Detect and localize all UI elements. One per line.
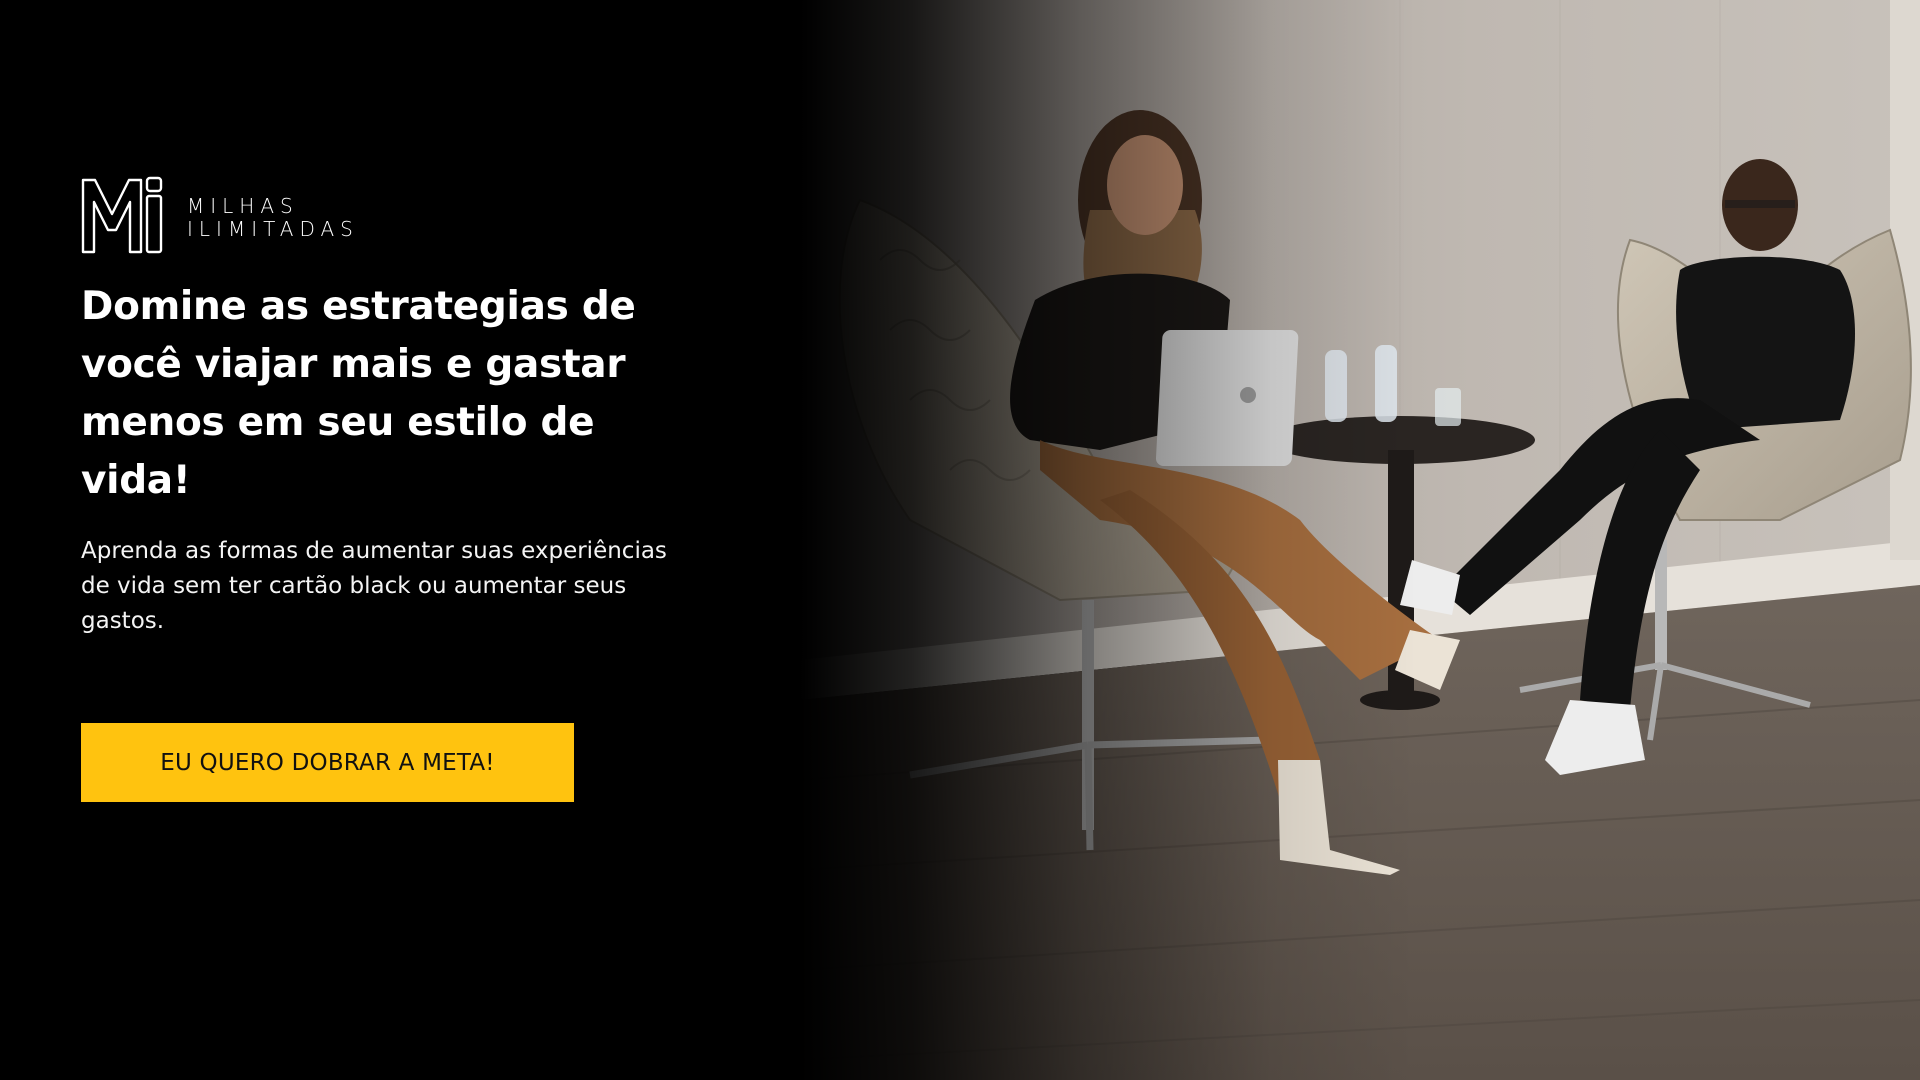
brand-name: MILHAS ILIMITADAS [187, 195, 359, 241]
brand-name-line2: ILIMITADAS [187, 217, 359, 241]
brand-logo[interactable]: MILHAS ILIMITADAS [81, 176, 721, 256]
hero-headline: Domine as estrategias de você viajar mai… [81, 284, 636, 503]
mi-monogram-icon [81, 176, 163, 254]
hero-subtext: Aprenda as formas de aumentar suas exper… [81, 538, 667, 634]
hero-photo-illustration [800, 0, 1920, 1080]
hero-photo [800, 0, 1920, 1080]
cta-button[interactable]: EU QUERO DOBRAR A META! [81, 723, 574, 802]
hero-content: MILHAS ILIMITADAS Domine as estrategias … [81, 176, 721, 802]
brand-name-line1: MILHAS [187, 194, 299, 218]
